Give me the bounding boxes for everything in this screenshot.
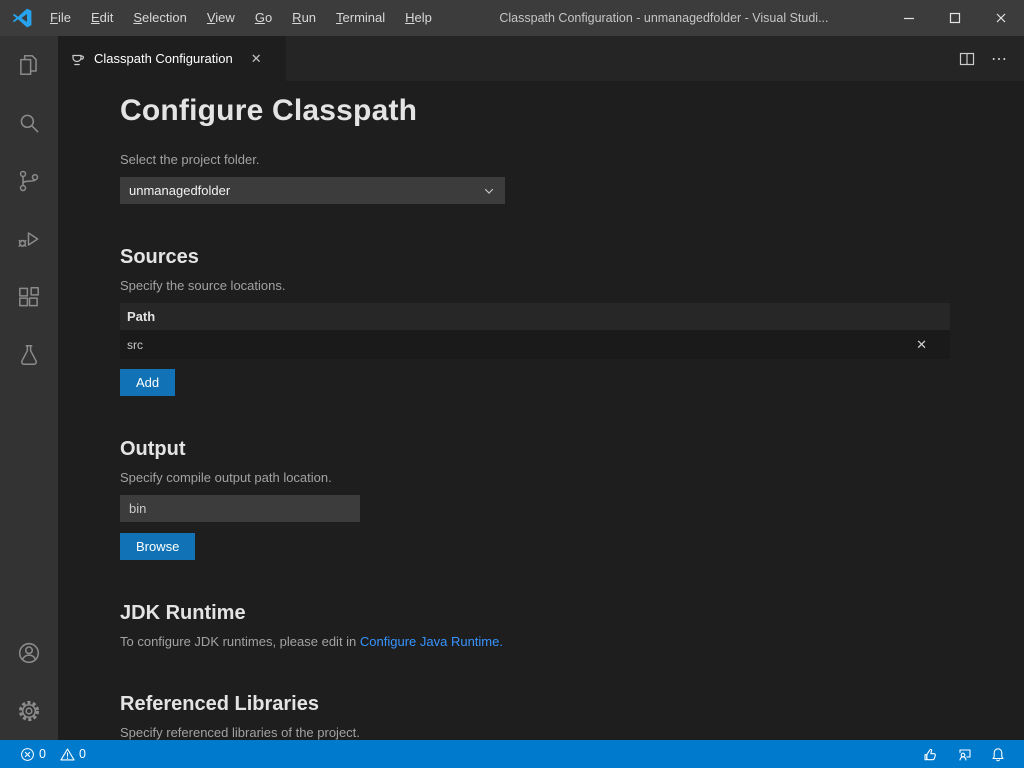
account-icon (16, 640, 42, 666)
source-path-value: src (127, 338, 143, 352)
activity-bar-explorer[interactable] (0, 36, 58, 94)
java-cup-icon (70, 51, 86, 67)
sources-title: Sources (120, 244, 950, 270)
menu-edit[interactable]: Edit (81, 0, 123, 36)
activity-bar-search[interactable] (0, 94, 58, 152)
activity-bar (0, 36, 58, 740)
output-title: Output (120, 436, 950, 462)
bell-icon[interactable] (990, 746, 1006, 762)
menu-bar: File Edit Selection View Go Run Terminal… (40, 0, 442, 36)
source-control-icon (16, 168, 42, 194)
activity-bar-settings[interactable] (0, 682, 58, 740)
menu-help[interactable]: Help (395, 0, 442, 36)
run-debug-icon (16, 226, 42, 252)
activity-bar-testing[interactable] (0, 326, 58, 384)
window-controls (886, 0, 1024, 36)
activity-bar-source-control[interactable] (0, 152, 58, 210)
status-bar: 0 0 (0, 740, 1024, 768)
activity-bar-extensions[interactable] (0, 268, 58, 326)
configure-java-runtime-link[interactable]: Configure Java Runtime. (360, 634, 503, 649)
maximize-button[interactable] (932, 0, 978, 36)
thumbsup-feedback-icon[interactable] (922, 746, 938, 762)
jdk-runtime-text-prefix: To configure JDK runtimes, please edit i… (120, 634, 360, 649)
more-actions-icon[interactable]: ⋯ (991, 49, 1008, 69)
gear-icon (16, 698, 42, 724)
testing-icon (16, 342, 42, 368)
chevron-down-icon (482, 184, 496, 198)
output-description: Specify compile output path location. (120, 469, 950, 487)
classpath-configuration-page: Configure Classpath Select the project f… (58, 81, 1024, 740)
menu-run[interactable]: Run (282, 0, 326, 36)
files-icon (16, 52, 42, 78)
referenced-libraries-description: Specify referenced libraries of the proj… (120, 724, 950, 740)
sources-description: Specify the source locations. (120, 277, 950, 295)
warning-icon (60, 747, 75, 762)
window-title: Classpath Configuration - unmanagedfolde… (442, 11, 886, 25)
error-icon (20, 747, 35, 762)
title-bar: File Edit Selection View Go Run Terminal… (0, 0, 1024, 36)
menu-file[interactable]: File (40, 0, 81, 36)
close-button[interactable] (978, 0, 1024, 36)
activity-bar-account[interactable] (0, 624, 58, 682)
problems-status[interactable]: 0 0 (20, 747, 86, 762)
menu-go[interactable]: Go (245, 0, 282, 36)
menu-view[interactable]: View (197, 0, 245, 36)
remove-source-icon[interactable]: ✕ (916, 337, 927, 353)
add-source-button[interactable]: Add (120, 369, 175, 396)
search-icon (16, 110, 42, 136)
project-folder-value: unmanagedfolder (129, 183, 230, 198)
output-path-input[interactable] (120, 495, 360, 522)
referenced-libraries-title: Referenced Libraries (120, 691, 950, 717)
source-row: src ✕ (120, 330, 950, 359)
split-editor-icon[interactable] (959, 51, 975, 67)
tab-label: Classpath Configuration (94, 51, 233, 66)
tab-classpath-configuration[interactable]: Classpath Configuration ✕ (58, 36, 286, 81)
tab-close-icon[interactable]: ✕ (251, 51, 262, 67)
project-folder-select[interactable]: unmanagedfolder (120, 177, 505, 204)
sources-path-header: Path (120, 303, 950, 330)
status-bar-right (922, 746, 1006, 762)
menu-selection[interactable]: Selection (123, 0, 196, 36)
project-folder-label: Select the project folder. (120, 151, 950, 169)
sources-table: Path src ✕ (120, 303, 950, 359)
tab-bar: Classpath Configuration ✕ ⋯ (58, 36, 1024, 81)
browse-button[interactable]: Browse (120, 533, 195, 560)
menu-terminal[interactable]: Terminal (326, 0, 395, 36)
page-title: Configure Classpath (120, 93, 950, 129)
warning-count: 0 (79, 747, 86, 761)
jdk-runtime-text: To configure JDK runtimes, please edit i… (120, 633, 950, 651)
vscode-logo-icon (12, 8, 32, 28)
error-count: 0 (39, 747, 46, 761)
jdk-runtime-title: JDK Runtime (120, 600, 950, 626)
share-feedback-icon[interactable] (956, 746, 972, 762)
extensions-icon (16, 284, 42, 310)
activity-bar-run-debug[interactable] (0, 210, 58, 268)
editor-actions: ⋯ (959, 36, 1024, 81)
minimize-button[interactable] (886, 0, 932, 36)
